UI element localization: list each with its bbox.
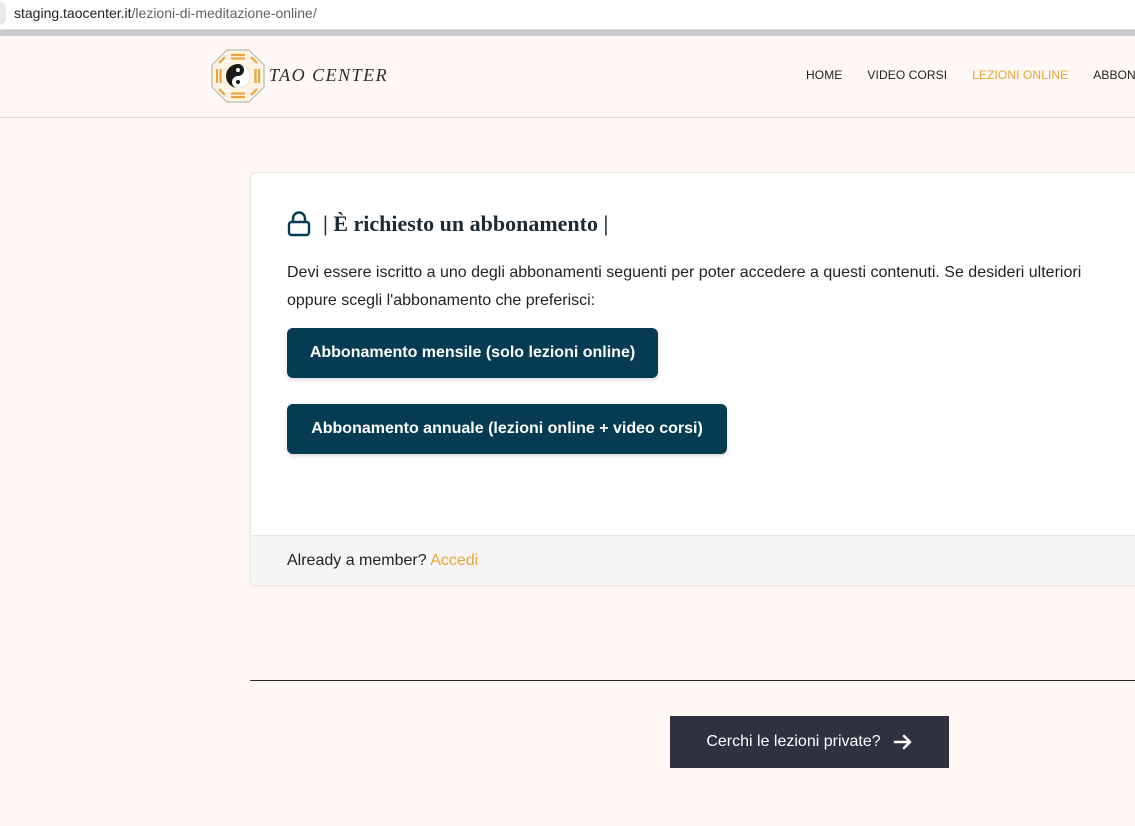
monthly-subscription-button[interactable]: Abbonamento mensile (solo lezioni online… <box>287 328 658 378</box>
card-description-line-2: oppure scegli l'abbonamento che preferis… <box>287 292 596 309</box>
browser-address-bar[interactable]: staging.taocenter.it/lezioni-di-meditazi… <box>0 0 1135 30</box>
nav-home[interactable]: HOME <box>806 68 842 82</box>
already-member-text: Already a member? Accedi <box>287 552 478 570</box>
subscription-required-card: | È richiesto un abbonamento | Devi esse… <box>250 172 1135 586</box>
card-title-row: | È richiesto un abbonamento | <box>287 211 608 237</box>
site-logo[interactable]: TAO CENTER <box>211 49 411 105</box>
login-link[interactable]: Accedi <box>430 552 478 569</box>
card-title: | È richiesto un abbonamento | <box>323 211 609 236</box>
private-lessons-button[interactable]: Cerchi le lezioni private? <box>670 716 949 768</box>
private-lessons-label: Cerchi le lezioni private? <box>706 733 881 750</box>
url-host: staging.taocenter.it <box>14 5 132 21</box>
address-bar-edge <box>0 1 6 25</box>
annual-subscription-button[interactable]: Abbonamento annuale (lezioni online + vi… <box>287 404 727 454</box>
already-member-label: Already a member? <box>287 552 427 569</box>
url-path: /lezioni-di-meditazione-online/ <box>131 5 317 21</box>
card-description-line-1: Devi essere iscritto a uno degli abbonam… <box>287 264 1082 281</box>
yin-yang-logo-icon <box>211 49 265 103</box>
nav-abbonamenti[interactable]: ABBONA <box>1093 68 1135 82</box>
arrow-right-icon <box>893 734 911 750</box>
nav-lezioni-online[interactable]: LEZIONI ONLINE <box>972 68 1068 82</box>
card-description: Devi essere iscritto a uno degli abbonam… <box>287 259 1135 315</box>
card-footer: Already a member? Accedi <box>251 535 1135 585</box>
section-divider <box>250 680 1135 681</box>
main-nav: HOME VIDEO CORSI LEZIONI ONLINE ABBONA <box>806 68 1135 82</box>
logo-text: TAO CENTER <box>269 65 389 85</box>
lock-icon <box>287 211 311 237</box>
url-text[interactable]: staging.taocenter.it/lezioni-di-meditazi… <box>14 5 317 21</box>
site-header: TAO CENTER HOME VIDEO CORSI LEZIONI ONLI… <box>0 36 1135 118</box>
nav-video-corsi[interactable]: VIDEO CORSI <box>867 68 947 82</box>
